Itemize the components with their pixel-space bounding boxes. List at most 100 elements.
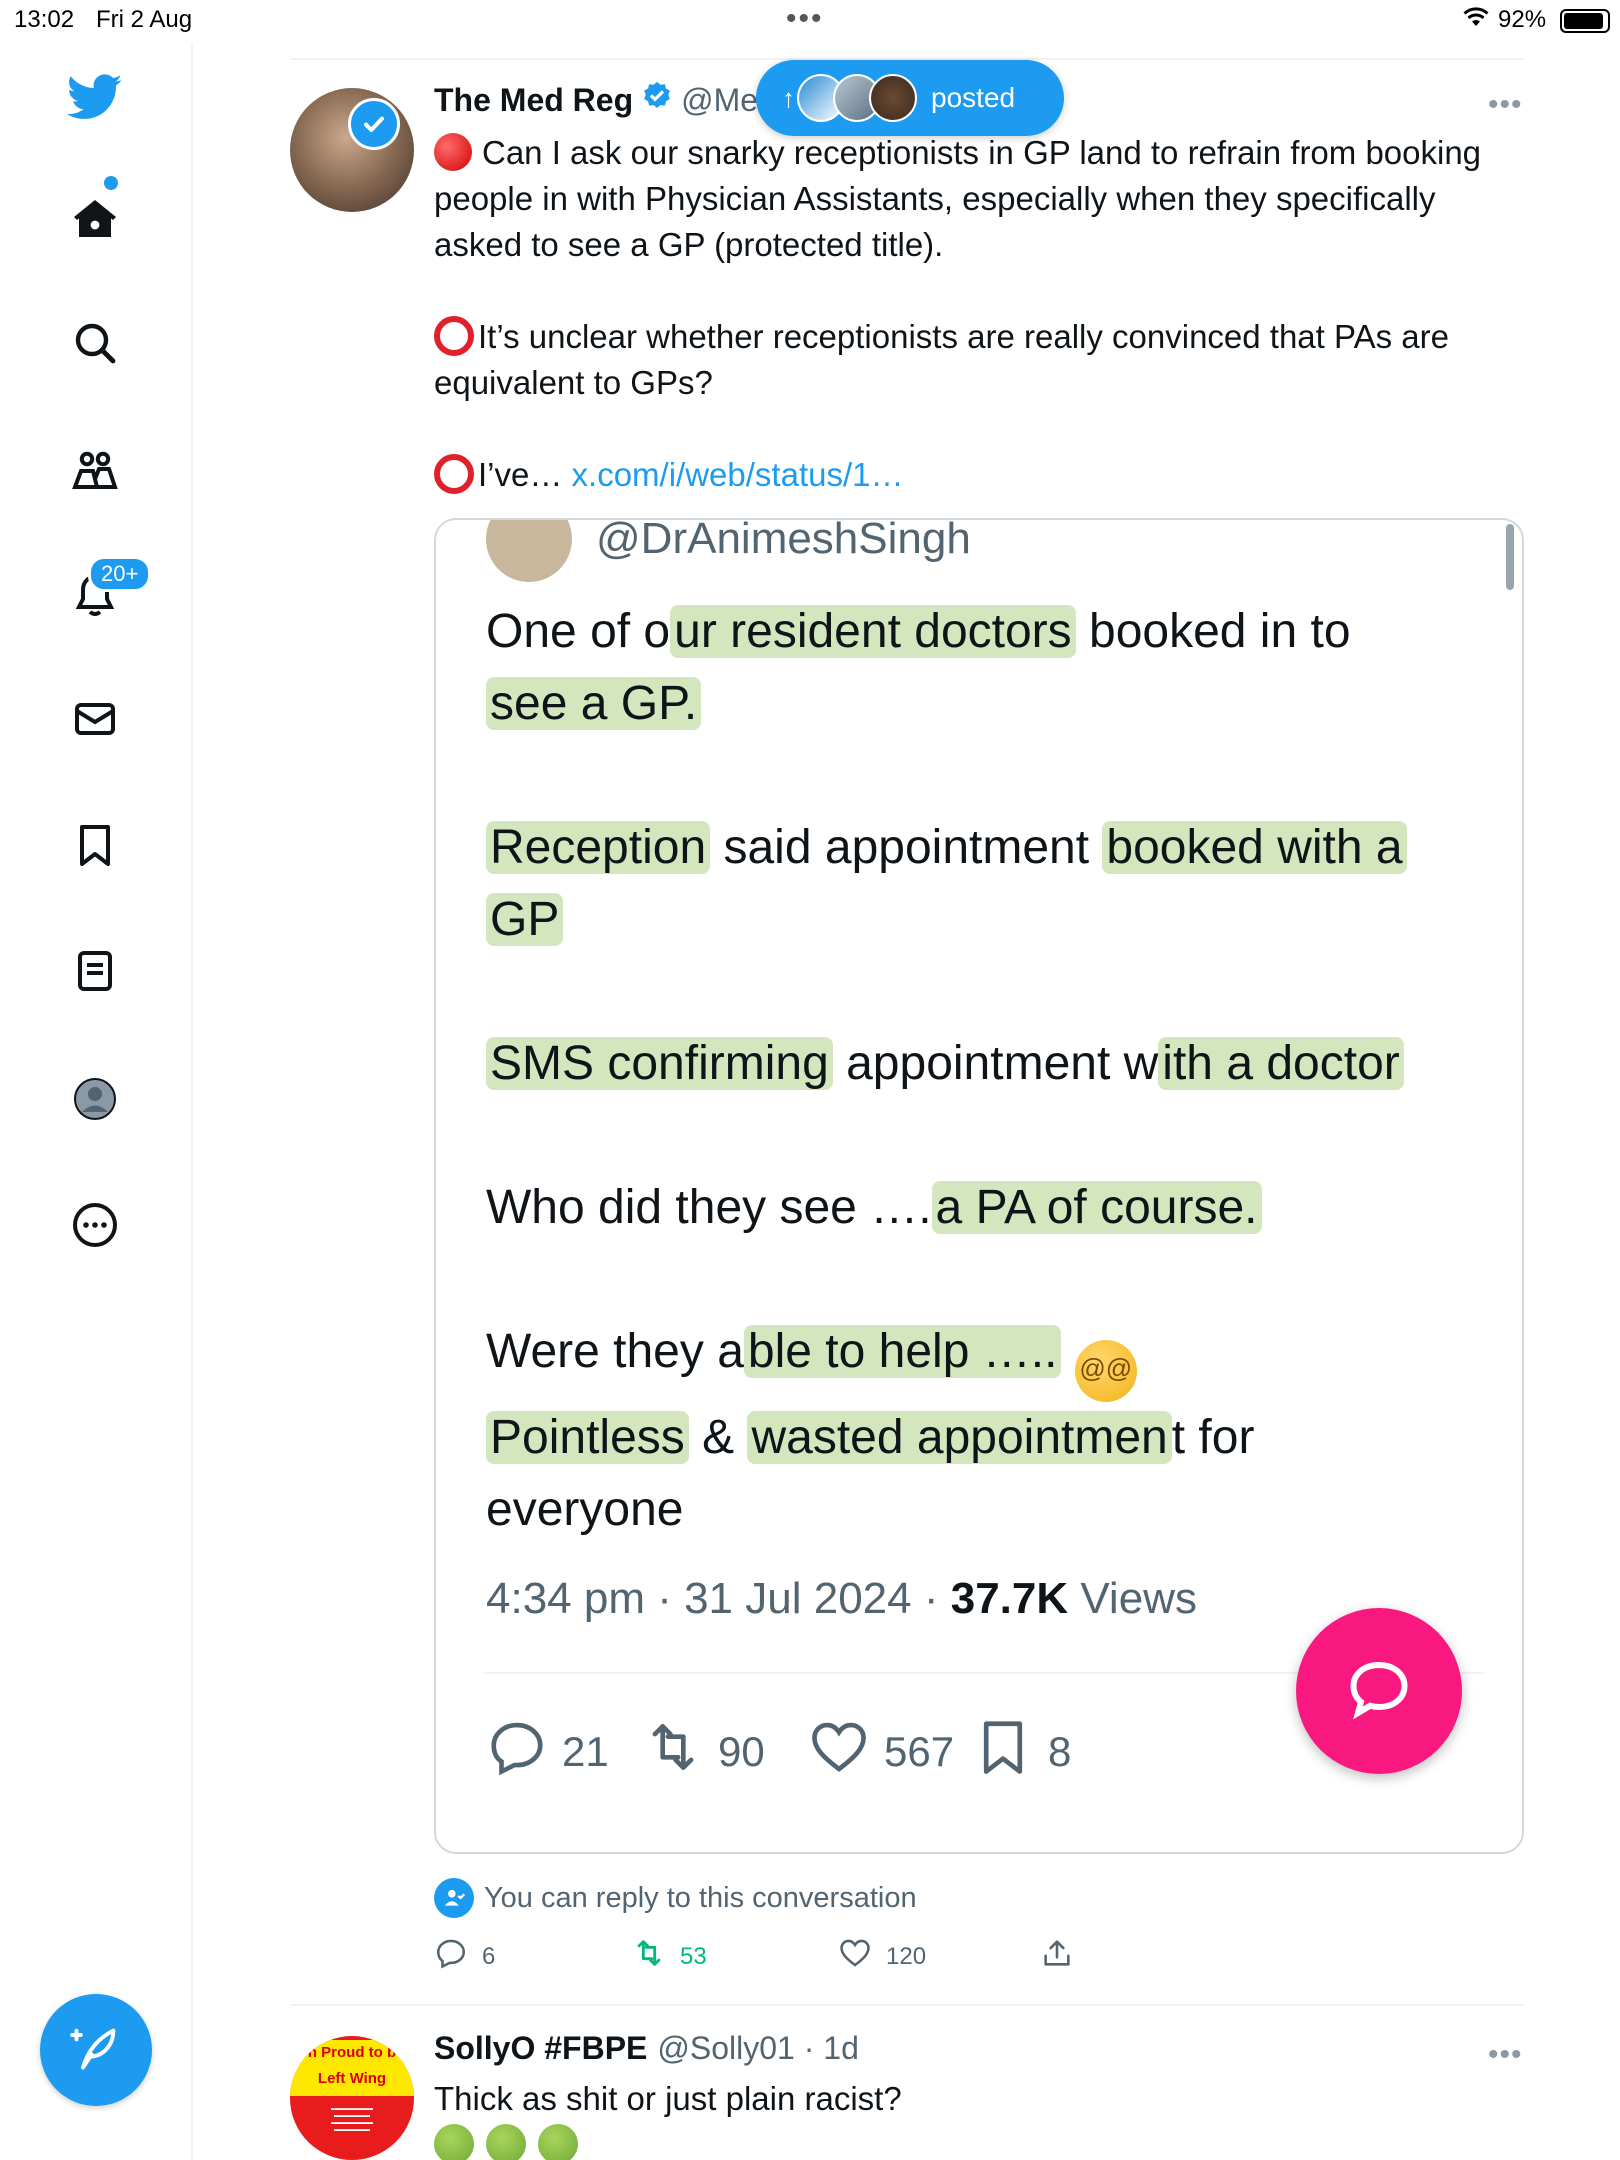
avatar-banner-text: n Proud to b [307, 2044, 397, 2061]
highlighted-text: GP [486, 893, 564, 946]
embedded-text: Who did they see …. [486, 1181, 932, 1234]
media-scrollbar [1506, 524, 1514, 590]
tweet-more-button[interactable]: ••• [1488, 2038, 1523, 2072]
highlighted-text: Reception [486, 821, 711, 874]
highlighted-text: SMS confirming [486, 1037, 833, 1090]
posted-label: posted [931, 82, 1016, 113]
author-handle[interactable]: @Solly01 · 1d [657, 2030, 858, 2067]
embedded-like: 567 [808, 1716, 954, 1788]
tweet-header: SollyO #FBPE @Solly01 · 1d [434, 2030, 859, 2067]
share-button[interactable] [1040, 1936, 1074, 1977]
highlighted-text: ur resident doctors [670, 605, 1076, 658]
like-button[interactable]: 120 [838, 1936, 926, 1977]
bookmark-icon[interactable] [62, 812, 128, 878]
reply-permission-note: You can reply to this conversation [434, 1878, 917, 1918]
embedded-text: said appointment [710, 821, 1103, 874]
embedded-text: t for [1171, 1411, 1255, 1464]
avatar-fine-print: ▬▬▬▬▬▬▬ ▬▬▬▬▬▬ ▬▬▬▬▬▬▬ ▬▬▬▬▬▬ [331, 2106, 373, 2133]
embedded-views-count: 37.7K [950, 1574, 1069, 1623]
red-circle-emoji-icon [434, 133, 472, 171]
embedded-retweet: 90 [642, 1716, 765, 1788]
embedded-avatar [486, 520, 572, 582]
verified-badge-icon [641, 80, 673, 120]
highlighted-text: ith a doctor [1158, 1037, 1404, 1090]
avatar-banner: n Proud to b Left Wing [290, 2040, 414, 2096]
highlighted-text: Pointless [486, 1411, 689, 1464]
sidebar-nav: 20+ [0, 42, 193, 2160]
embedded-text: appointment w [832, 1037, 1159, 1090]
tweet-actions: 6 53 120 [434, 1936, 1134, 1976]
avatar[interactable]: n Proud to b Left Wing ▬▬▬▬▬▬▬ ▬▬▬▬▬▬ ▬▬▬▬… [290, 2036, 414, 2160]
embedded-text: One of o [486, 605, 671, 658]
embedded-timestamp: 4:34 pm · 31 Jul 2024 · 37.7K Views [486, 1574, 1197, 1624]
twitter-logo-icon[interactable] [62, 64, 128, 130]
author-handle[interactable]: @Me [681, 82, 758, 119]
heart-icon [808, 1716, 870, 1788]
status-date: Fri 2 Aug [96, 6, 193, 33]
dizzy-face-emoji-icon: @@ [1074, 1340, 1137, 1402]
poster-avatar [869, 74, 917, 122]
bookmark-icon [972, 1716, 1034, 1788]
author-name[interactable]: SollyO #FBPE [434, 2030, 647, 2067]
tweet-more-button[interactable]: ••• [1488, 88, 1523, 122]
vomiting-face-emoji-icon [434, 2124, 474, 2160]
avatar[interactable] [290, 88, 414, 212]
emoji-row [434, 2124, 578, 2160]
embedded-reply: 21 [486, 1716, 609, 1788]
show-more-link[interactable]: x.com/i/web/status/1… [572, 456, 904, 493]
embedded-text: & [688, 1411, 748, 1464]
tweet-text: Can I ask our snarky receptionists in GP… [434, 130, 1524, 544]
embedded-text: Were they a [486, 1325, 744, 1378]
embedded-retweet-count: 90 [718, 1728, 765, 1775]
embedded-like-count: 567 [884, 1728, 955, 1775]
hollow-red-circle-emoji-icon [434, 454, 474, 494]
like-count: 120 [886, 1942, 927, 1970]
multitasking-dots[interactable]: ••• [786, 2, 824, 36]
home-icon[interactable] [62, 186, 128, 252]
retweet-icon [642, 1716, 704, 1788]
embedded-views-label: Views [1068, 1574, 1197, 1623]
embedded-tweet-text: One of our resident doctors booked in to… [486, 596, 1496, 1546]
new-posts-pill[interactable]: ↑ posted [756, 60, 1064, 136]
tweet-paragraph: It’s unclear whether receptionists are r… [434, 318, 1449, 401]
retweet-button[interactable]: 53 [632, 1936, 707, 1977]
hollow-red-circle-emoji-icon [434, 316, 474, 356]
vomiting-face-emoji-icon [486, 2124, 526, 2160]
share-icon [1040, 1936, 1074, 1977]
home-unread-dot [104, 176, 118, 190]
author-name[interactable]: The Med Reg [434, 82, 633, 119]
heart-icon [838, 1936, 872, 1977]
arrow-up-icon: ↑ [782, 82, 795, 113]
highlighted-text: a PA of course. [931, 1181, 1262, 1234]
embedded-bookmark-count: 8 [1048, 1728, 1072, 1775]
profile-icon[interactable] [62, 1066, 128, 1132]
embedded-text: booked in to [1075, 605, 1351, 658]
status-time: 13:02 [14, 6, 75, 33]
reply-icon [486, 1716, 548, 1788]
reply-note-text: You can reply to this conversation [484, 1881, 917, 1914]
tweet-paragraph: Can I ask our snarky receptionists in GP… [434, 134, 1482, 263]
notifications-badge: 20+ [88, 556, 152, 592]
list-icon[interactable] [62, 938, 128, 1004]
search-icon[interactable] [62, 310, 128, 376]
embedded-text: everyone [486, 1483, 684, 1536]
person-check-icon [434, 1878, 474, 1918]
status-bar: 13:02 Fri 2 Aug ••• 92% [0, 0, 1620, 42]
embedded-handle: @DrAnimeshSingh [596, 518, 971, 563]
tweet-paragraph: I’ve… [478, 456, 563, 493]
tweet-text: Thick as shit or just plain racist? [434, 2080, 902, 2117]
reply-count: 6 [482, 1942, 496, 1970]
retweet-icon [632, 1936, 666, 1977]
reply-icon [434, 1936, 468, 1977]
wifi-icon [1462, 6, 1490, 35]
communities-icon[interactable] [62, 438, 128, 504]
new-message-button[interactable] [1296, 1608, 1462, 1774]
embedded-bookmark: 8 [972, 1716, 1071, 1788]
more-icon[interactable] [62, 1192, 128, 1258]
compose-button[interactable] [40, 1994, 152, 2106]
compose-feather-icon [70, 2022, 122, 2079]
mail-icon[interactable] [62, 686, 128, 752]
embedded-time: 4:34 pm · 31 Jul 2024 · [486, 1574, 951, 1623]
reply-button[interactable]: 6 [434, 1936, 495, 1977]
highlighted-text: see a GP. [486, 677, 702, 730]
